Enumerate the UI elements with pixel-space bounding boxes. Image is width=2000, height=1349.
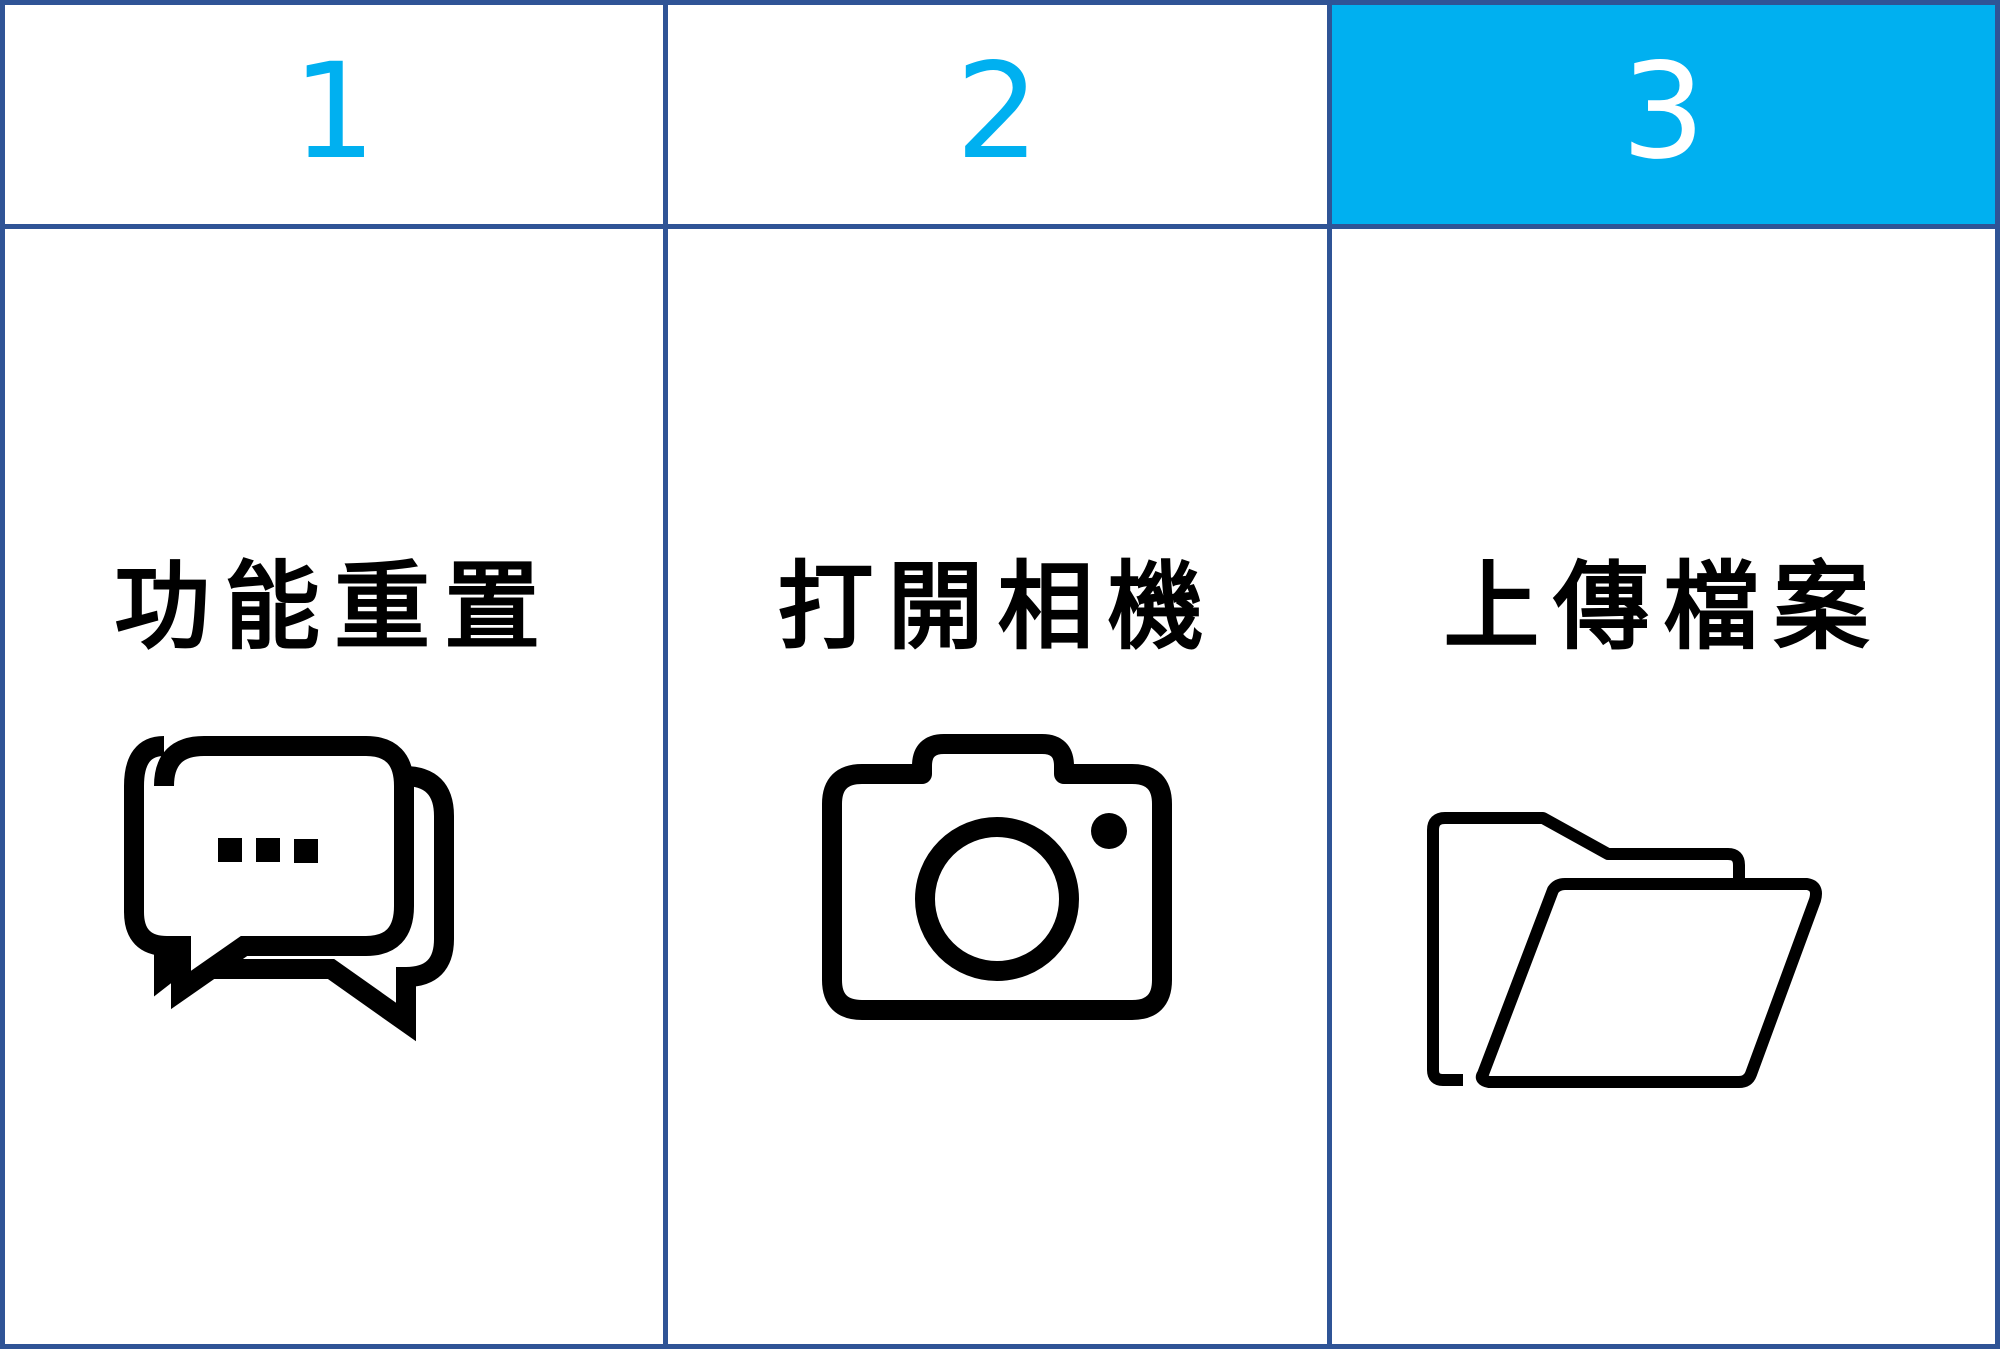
open-camera-button[interactable]: 打開相機 [668,229,1332,1344]
tab-1[interactable]: 1 [5,5,669,229]
reset-function-button[interactable]: 功能重置 [5,229,669,1344]
upload-file-button[interactable]: 上傳檔案 [1331,229,1995,1344]
tab-1-label: 1 [292,34,377,189]
open-camera-label: 打開相機 [777,550,1218,663]
chat-bubbles-icon [5,724,663,1044]
feature-grid: 1 2 3 功能重置 打開相機 上傳檔案 [0,0,2000,1349]
camera-icon [668,724,1326,1084]
upload-file-label: 上傳檔案 [1443,550,1884,663]
tab-3-label: 3 [1621,34,1706,189]
tab-2-label: 2 [955,34,1040,189]
tab-2[interactable]: 2 [668,5,1332,229]
reset-function-label: 功能重置 [114,550,555,663]
tab-3[interactable]: 3 [1331,5,1995,229]
folder-open-icon [1332,724,1995,1104]
